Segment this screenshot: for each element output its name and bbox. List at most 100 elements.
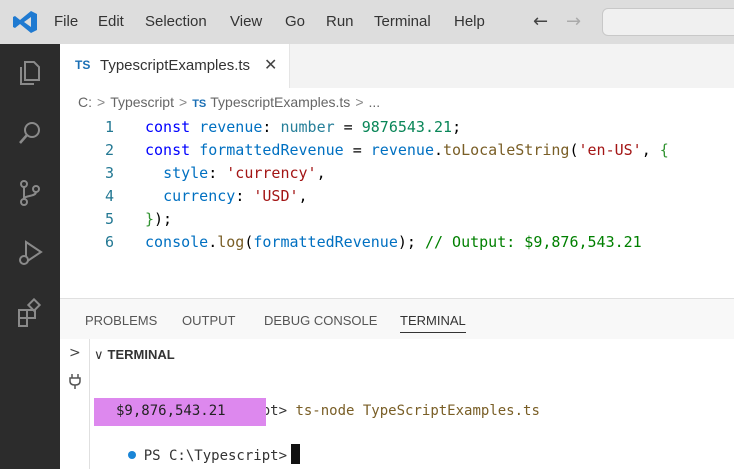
breadcrumb-folder[interactable]: Typescript — [110, 94, 174, 110]
code-text: console.log(formattedRevenue); // Output… — [145, 231, 642, 254]
breadcrumb-symbol[interactable]: ... — [369, 94, 381, 110]
code-token: const — [145, 141, 200, 159]
code-text: currency: 'USD', — [145, 185, 308, 208]
code-token: = — [343, 141, 371, 159]
breadcrumb-file[interactable]: TypescriptExamples.ts — [210, 94, 350, 110]
code-text: const revenue: number = 9876543.21; — [145, 116, 461, 139]
tab-terminal[interactable]: TERMINAL — [400, 313, 466, 333]
code-text: const formattedRevenue = revenue.toLocal… — [145, 139, 669, 162]
typescript-file-icon: TS — [75, 58, 91, 72]
code-token: ; — [452, 118, 462, 136]
code-token: ); — [154, 210, 173, 228]
vscode-logo-icon — [13, 11, 37, 33]
code-text: style: 'currency', — [145, 162, 326, 185]
menu-terminal[interactable]: Terminal — [374, 13, 431, 30]
code-token: ( — [569, 141, 579, 159]
code-token: 'USD' — [253, 187, 299, 205]
breadcrumb: C: > Typescript > TS TypescriptExamples.ts >..… — [78, 94, 380, 110]
menu-selection[interactable]: Selection — [145, 13, 207, 30]
extensions-icon[interactable] — [15, 298, 45, 328]
run-debug-icon[interactable] — [15, 238, 45, 268]
code-line[interactable]: 1 const revenue: number = 9876543.21; — [60, 116, 734, 139]
code-token: currency — [163, 187, 236, 205]
arrow-right-icon[interactable]: → — [566, 11, 581, 32]
editor-tab-bar: TS TypescriptExamples.ts ✕ — [60, 44, 734, 88]
code-token: : — [208, 164, 227, 182]
tab-label: TypescriptExamples.ts — [100, 57, 251, 74]
code-line[interactable]: 3 style: 'currency', — [60, 162, 734, 185]
tab-output[interactable]: OUTPUT — [182, 313, 235, 328]
code-token: ); — [397, 233, 425, 251]
editor-area: TS TypescriptExamples.ts ✕ C: > Typescript… — [60, 44, 734, 298]
code-line[interactable]: 4 currency: 'USD', — [60, 185, 734, 208]
terminal-prompt: PS C:\Typescript> — [143, 448, 288, 464]
code-token: // Output: $9,876,543.21 — [424, 233, 642, 251]
line-number: 1 — [104, 118, 114, 136]
code-token: , — [298, 187, 308, 205]
code-token: , — [316, 164, 326, 182]
code-token: toLocaleString — [443, 141, 570, 159]
line-number: 5 — [104, 210, 114, 228]
line-number: 3 — [104, 164, 114, 182]
menu-help[interactable]: Help — [454, 13, 485, 30]
code-token: } — [145, 210, 155, 228]
line-number: 4 — [104, 187, 114, 205]
chevron-right-icon: > — [97, 94, 106, 110]
terminal-side-bar: > — [60, 339, 90, 469]
menu-go[interactable]: Go — [285, 13, 305, 30]
tab-debug-console[interactable]: DEBUG CONSOLE — [264, 313, 377, 328]
explorer-icon[interactable] — [15, 58, 45, 88]
menu-run[interactable]: Run — [326, 13, 354, 30]
code-line[interactable]: 6 console.log(formattedRevenue); // Outpu… — [60, 231, 734, 254]
code-token: revenue — [199, 118, 263, 136]
code-token: 9876543.21 — [361, 118, 453, 136]
code-line[interactable]: 2 const formattedRevenue = revenue.toLoca… — [60, 139, 734, 162]
terminal-command: ts-node TypeScriptExamples.ts — [295, 403, 540, 419]
plug-icon[interactable] — [67, 373, 83, 389]
line-number: 2 — [104, 141, 114, 159]
code-token: log — [217, 233, 245, 251]
chevron-right-icon[interactable]: > — [69, 345, 81, 361]
menu-edit[interactable]: Edit — [98, 13, 124, 30]
line-number: 6 — [104, 233, 114, 251]
code-token: revenue — [370, 141, 434, 159]
terminal-section-header[interactable]: ∨ TERMINAL — [94, 347, 175, 363]
tab-problems[interactable]: PROBLEMS — [85, 313, 157, 328]
source-control-icon[interactable] — [15, 178, 45, 208]
panel-tab-bar: PROBLEMS OUTPUT DEBUG CONSOLE TERMINAL — [60, 299, 734, 339]
command-center-search[interactable] — [602, 8, 734, 36]
code-token: const — [145, 118, 200, 136]
code-token: formattedRevenue — [253, 233, 398, 251]
terminal-section-title: TERMINAL — [107, 347, 175, 362]
chevron-right-icon: > — [355, 94, 364, 110]
terminal-prompt-line[interactable]: PS C:\Typescript> — [94, 422, 301, 464]
code-token: console — [145, 233, 209, 251]
terminal-command-line[interactable]: PS C:\Typescript> ts-node TypeScriptExam… — [94, 378, 540, 419]
terminal-cursor — [291, 444, 301, 464]
code-token: = — [334, 118, 362, 136]
code-token: . — [208, 233, 218, 251]
code-token: 'en-US' — [578, 141, 642, 159]
chevron-right-icon: > — [179, 94, 188, 110]
menu-view[interactable]: View — [230, 13, 262, 30]
terminal-output: $9,876,543.21 — [116, 403, 226, 419]
code-token: : — [262, 118, 281, 136]
menu-file[interactable]: File — [54, 13, 78, 30]
code-text: }); — [145, 208, 172, 231]
code-token: . — [434, 141, 444, 159]
code-token: : — [235, 187, 254, 205]
breadcrumb-drive[interactable]: C: — [78, 94, 92, 110]
arrow-left-icon[interactable]: ← — [533, 11, 548, 32]
code-line[interactable]: 5}); — [60, 208, 734, 231]
code-token: , — [641, 141, 660, 159]
close-icon[interactable]: ✕ — [264, 55, 277, 74]
code-token: style — [163, 164, 209, 182]
code-token: formattedRevenue — [199, 141, 344, 159]
activity-bar — [0, 44, 60, 469]
editor-tab[interactable]: TS TypescriptExamples.ts ✕ — [60, 44, 290, 88]
code-token: 'currency' — [226, 164, 317, 182]
code-token: number — [280, 118, 335, 136]
search-icon[interactable] — [15, 118, 45, 148]
